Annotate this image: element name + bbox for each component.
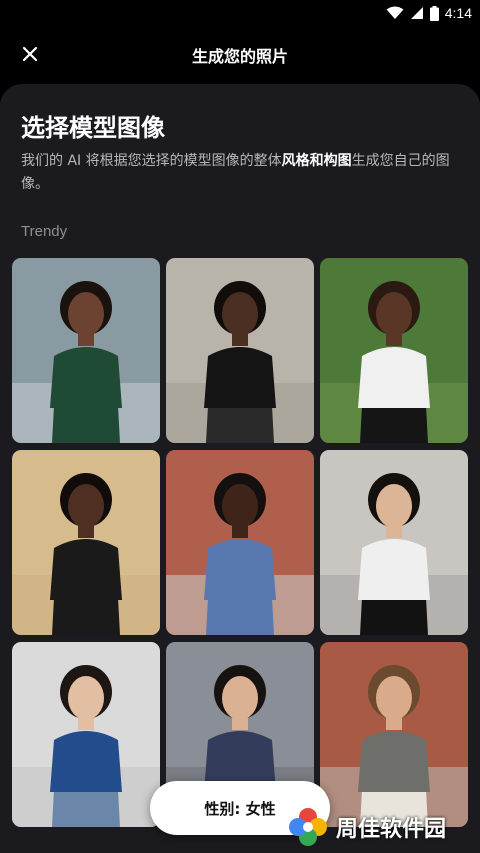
- photo-illustration: [320, 258, 468, 443]
- page-title: 选择模型图像: [21, 114, 165, 142]
- watermark: 周佳软件园: [286, 800, 480, 853]
- model-photo-7[interactable]: [12, 642, 160, 827]
- status-time: 4:14: [444, 5, 472, 21]
- section-label-trendy: Trendy: [21, 223, 68, 240]
- model-photo-2[interactable]: [166, 258, 314, 443]
- content-sheet: 选择模型图像 我们的 AI 将根据您选择的模型图像的整体风格和构图生成您自己的图…: [0, 84, 480, 853]
- model-photo-3[interactable]: [320, 258, 468, 443]
- photo-illustration: [12, 450, 160, 635]
- pinwheel-logo-icon: [289, 807, 327, 846]
- model-photo-4[interactable]: [12, 450, 160, 635]
- subtitle-text-bold: 风格和构图: [281, 153, 352, 169]
- model-photo-6[interactable]: [320, 450, 468, 635]
- subtitle-text-before: 我们的 AI 将根据您选择的模型图像的整体: [21, 153, 282, 169]
- battery-icon: [429, 5, 439, 21]
- subtitle: 我们的 AI 将根据您选择的模型图像的整体风格和构图生成您自己的图像。: [21, 150, 461, 196]
- watermark-text: 周佳软件园: [336, 816, 447, 842]
- photo-illustration: [12, 642, 160, 827]
- photo-illustration: [166, 258, 314, 443]
- signal-icon: [410, 7, 423, 19]
- header: 生成您的照片: [0, 26, 480, 82]
- model-photo-1[interactable]: [12, 258, 160, 443]
- wifi-icon: [386, 6, 404, 19]
- header-title: 生成您的照片: [191, 47, 288, 66]
- status-icons: 4:14: [386, 3, 472, 23]
- gender-selector-label: 性别: 女性: [204, 799, 276, 818]
- photo-illustration: [12, 258, 160, 443]
- status-bar: 4:14: [0, 0, 480, 26]
- model-photo-5[interactable]: [166, 450, 314, 635]
- photo-illustration: [320, 450, 468, 635]
- photo-illustration: [166, 450, 314, 635]
